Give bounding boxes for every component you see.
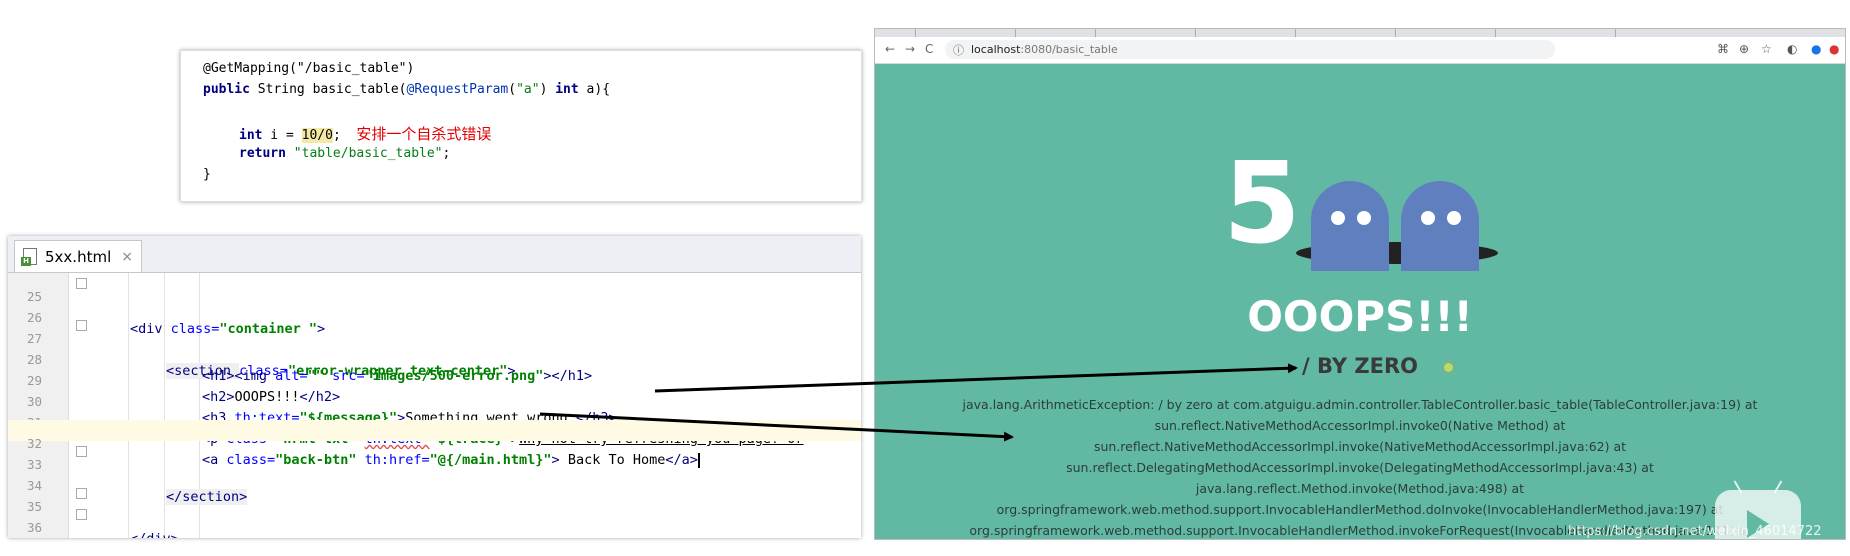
code-line: 34 bbox=[26, 478, 42, 493]
html-file-icon: H bbox=[21, 247, 37, 266]
snippet-line-5: } bbox=[203, 167, 211, 182]
trace-line: sun.reflect.NativeMethodAccessorImpl.inv… bbox=[1154, 418, 1566, 433]
ghost-icon bbox=[1311, 181, 1389, 271]
url-text[interactable]: localhost:8080/basic_table bbox=[971, 43, 1118, 56]
code-area[interactable]: 25 <div class="container "> 26 27 <secti… bbox=[8, 273, 861, 538]
fold-icon[interactable] bbox=[76, 320, 87, 331]
chinese-annotation: 安排一个自杀式错误 bbox=[356, 125, 492, 143]
editor-tab-bar: H 5xx.html × bbox=[8, 236, 861, 273]
snippet-line-1: @GetMapping("/basic_table") bbox=[203, 61, 415, 76]
extension-icon[interactable]: ◐ bbox=[1787, 42, 1797, 56]
code-line: 33 </section> bbox=[8, 441, 861, 505]
fold-icon[interactable] bbox=[76, 488, 87, 499]
error-code-digit: 5 bbox=[1223, 139, 1301, 269]
watermark: https://blog.csdn.net/weixin_46014722 bbox=[1568, 524, 1822, 539]
zoom-icon[interactable]: ⊕ bbox=[1739, 42, 1749, 56]
code-line: 37 bbox=[8, 525, 861, 538]
tab-5xx-html[interactable]: H 5xx.html × bbox=[14, 240, 142, 272]
browser-tabs-strip[interactable] bbox=[875, 29, 1845, 37]
mouse-cursor-icon bbox=[1443, 362, 1454, 373]
error-title: OOOPS!!! bbox=[1247, 292, 1473, 341]
fold-icon[interactable] bbox=[76, 509, 87, 520]
trace-line: java.lang.ArithmeticException: / by zero… bbox=[962, 397, 1758, 412]
translate-icon[interactable]: ⌘ bbox=[1717, 42, 1729, 56]
tab-label: 5xx.html bbox=[45, 247, 112, 266]
code-line-current: 32 <a class="back-btn" th:href="@{/main.… bbox=[8, 420, 861, 468]
ide-editor: H 5xx.html × 25 <div class="container ">… bbox=[8, 236, 861, 538]
fold-icon[interactable] bbox=[76, 446, 87, 457]
trace-line: sun.reflect.NativeMethodAccessorImpl.inv… bbox=[1093, 439, 1627, 454]
bookmark-star-icon[interactable]: ☆ bbox=[1761, 42, 1772, 56]
code-line: 31 <p class="nrml-txt" th:text="${trace}… bbox=[8, 399, 861, 447]
snippet-line-3: int i = 10/0; 安排一个自杀式错误 bbox=[239, 125, 492, 143]
code-line: 26 bbox=[26, 310, 42, 325]
browser-window: ← → C ⓘ localhost:8080/basic_table ⌘ ⊕ ☆… bbox=[874, 28, 1846, 540]
code-line: 35 </div> bbox=[8, 483, 861, 538]
ghost-icon bbox=[1401, 181, 1479, 271]
code-line: 36 </section> bbox=[8, 504, 861, 535]
menu-icon[interactable]: ● bbox=[1829, 42, 1839, 56]
controller-code-snippet: @GetMapping("/basic_table") public Strin… bbox=[180, 50, 862, 202]
profile-icon[interactable]: ● bbox=[1811, 42, 1821, 56]
code-line: 25 <div class="container "> bbox=[8, 273, 861, 337]
snippet-line-2: public String basic_table(@RequestParam(… bbox=[203, 82, 611, 97]
forward-icon[interactable]: → bbox=[905, 42, 915, 56]
reload-icon[interactable]: C bbox=[925, 42, 933, 56]
close-icon[interactable]: × bbox=[121, 249, 133, 265]
info-icon[interactable]: ⓘ bbox=[953, 42, 964, 58]
back-icon[interactable]: ← bbox=[885, 42, 895, 56]
trace-line: java.lang.reflect.Method.invoke(Method.j… bbox=[1195, 481, 1525, 496]
code-line: 30 <h3 th:text="${message}">Something we… bbox=[26, 394, 617, 426]
browser-toolbar: ← → C ⓘ localhost:8080/basic_table ⌘ ⊕ ☆… bbox=[875, 37, 1845, 64]
error-message: / BY ZERO bbox=[1302, 354, 1418, 378]
code-line: 29 <h2>OOOPS!!!</h2> bbox=[26, 373, 341, 405]
code-line: 28 <h1><img alt="" src="images/500-error… bbox=[26, 352, 593, 384]
trace-line: sun.reflect.DelegatingMethodAccessorImpl… bbox=[1066, 460, 1654, 475]
snippet-line-4: return "table/basic_table"; bbox=[239, 146, 451, 161]
error-page: 5 OOOPS!!! / BY ZERO java.lang.Arithmeti… bbox=[875, 64, 1845, 539]
code-line: 27 <section class="error-wrapper text-ce… bbox=[8, 315, 861, 379]
stack-trace: java.lang.ArithmeticException: / by zero… bbox=[935, 394, 1785, 539]
fold-icon[interactable] bbox=[76, 278, 87, 289]
trace-line: org.springframework.web.method.support.I… bbox=[996, 502, 1724, 517]
